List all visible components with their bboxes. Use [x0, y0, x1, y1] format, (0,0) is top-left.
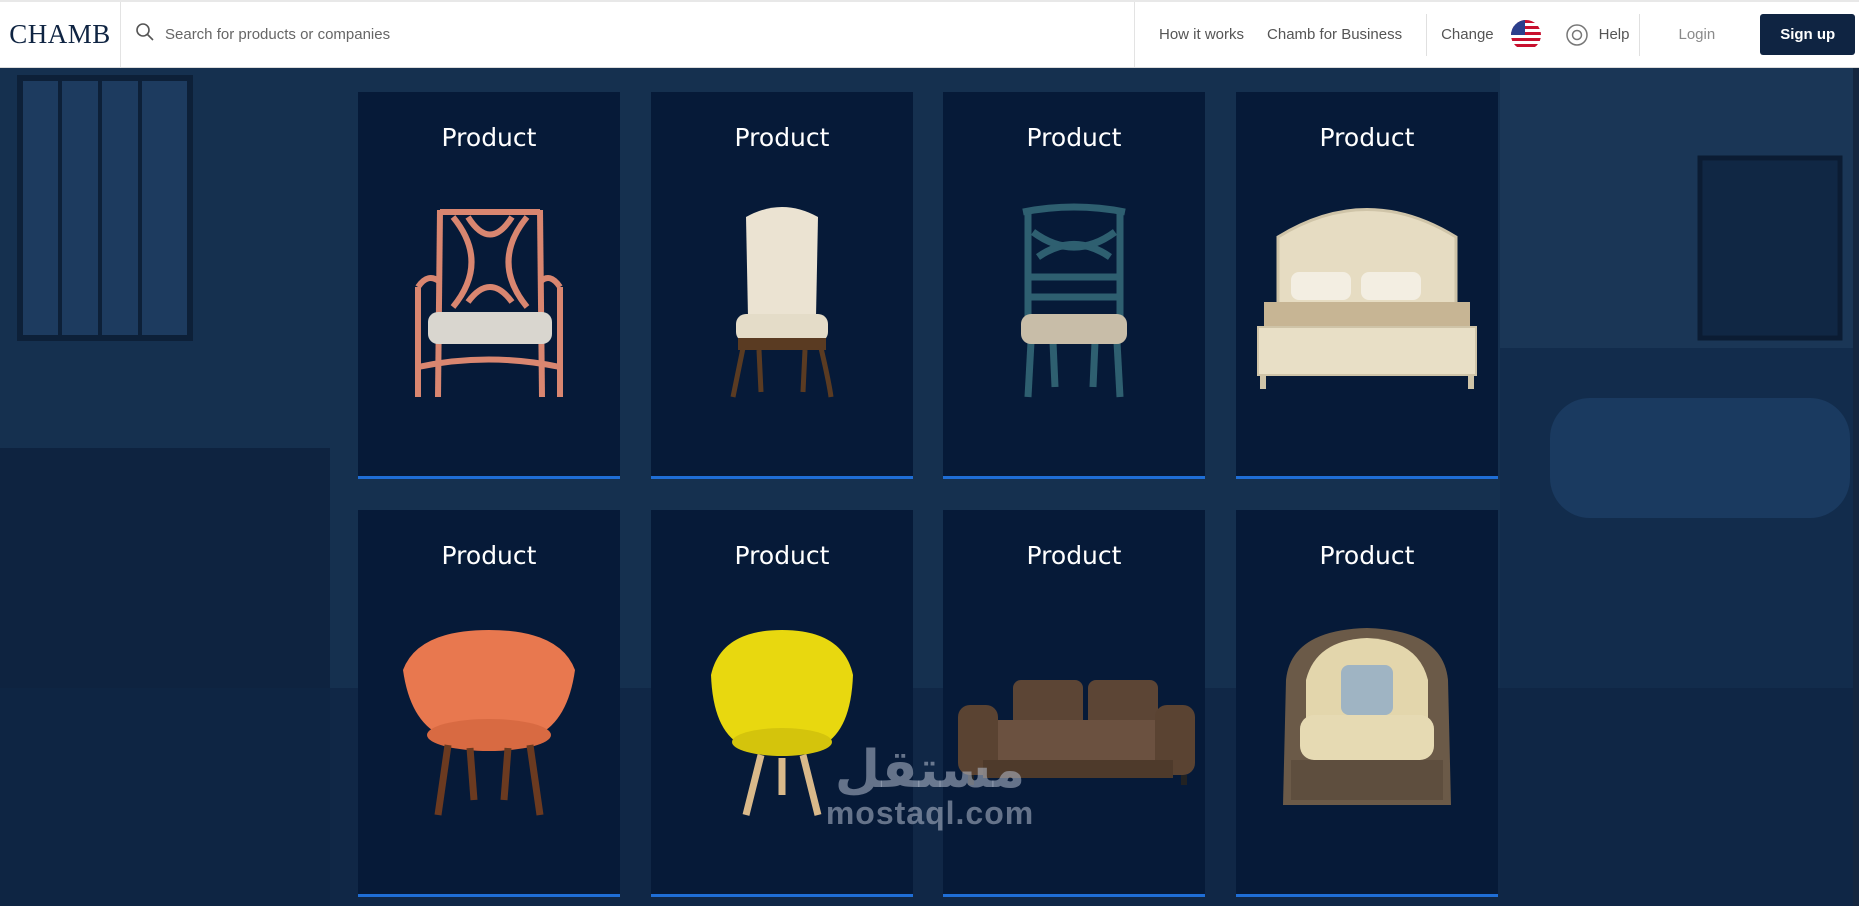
product-card[interactable]: Product: [943, 92, 1205, 479]
product-title: Product: [441, 541, 537, 570]
scrollbar[interactable]: [1853, 68, 1859, 906]
product-title: Product: [1026, 541, 1122, 570]
divider: [1426, 13, 1428, 56]
product-title: Product: [734, 541, 830, 570]
login-link[interactable]: Login: [1678, 26, 1715, 43]
help-icon[interactable]: [1565, 23, 1589, 47]
watermark-latin: mostaql.com: [825, 795, 1035, 831]
product-card[interactable]: Product: [651, 92, 913, 479]
search-bar[interactable]: [121, 2, 1135, 67]
logo[interactable]: CHAMB: [0, 2, 121, 67]
nav-bar: How it works Chamb for Business Change H…: [1135, 2, 1856, 67]
divider: [1639, 13, 1641, 56]
product-title: Product: [1319, 541, 1415, 570]
armchair-pink-icon: [415, 209, 563, 398]
nav-how-it-works[interactable]: How it works: [1159, 26, 1244, 43]
product-card[interactable]: Product: [358, 510, 620, 897]
product-title: Product: [734, 123, 830, 152]
armchair-orange-icon: [403, 630, 575, 816]
product-card[interactable]: Product: [651, 510, 913, 897]
armchair-wicker-icon: [1283, 628, 1451, 805]
nav-business[interactable]: Chamb for Business: [1267, 26, 1402, 43]
search-icon[interactable]: [135, 22, 155, 47]
product-title: Product: [1026, 123, 1122, 152]
product-title: Product: [1319, 123, 1415, 152]
chair-cream-icon: [730, 207, 834, 398]
bed-cream-icon: [1257, 208, 1477, 389]
signup-button[interactable]: Sign up: [1760, 14, 1856, 55]
product-title: Product: [441, 123, 537, 152]
us-flag-icon[interactable]: [1510, 19, 1541, 50]
search-input[interactable]: [165, 26, 765, 43]
watermark-arabic: مستقل: [834, 740, 1026, 800]
chair-teal-icon: [1021, 203, 1127, 398]
product-card[interactable]: Product: [1236, 92, 1498, 479]
help-link[interactable]: Help: [1599, 26, 1630, 43]
change-language-link[interactable]: Change: [1441, 26, 1494, 43]
product-card[interactable]: Product: [943, 510, 1205, 897]
product-card[interactable]: Product: [1236, 510, 1498, 897]
top-header: CHAMB How it works Chamb for Business Ch…: [0, 0, 1859, 68]
product-card[interactable]: Product: [358, 92, 620, 479]
